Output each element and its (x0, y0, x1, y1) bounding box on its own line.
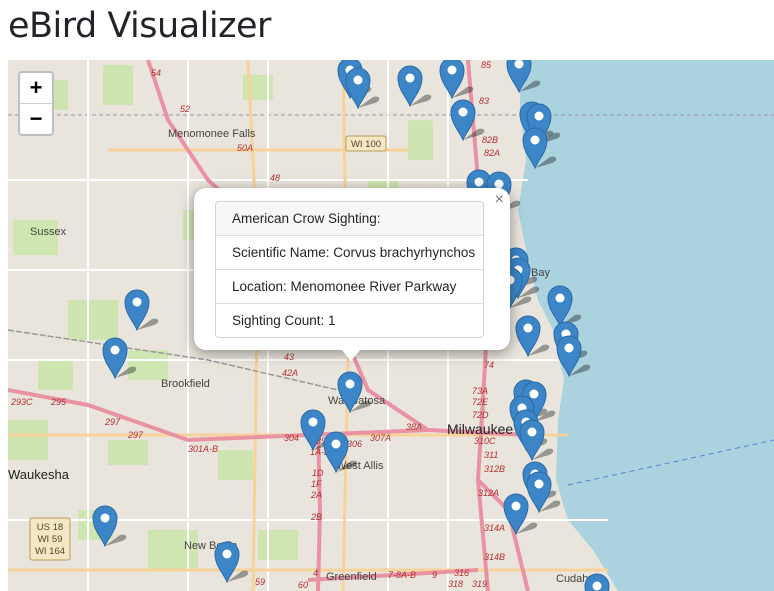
map-marker-icon[interactable] (323, 431, 358, 474)
popup-tip (341, 349, 361, 361)
shield-label-wi164: WI 164 (35, 546, 65, 557)
exit-label: 312B (484, 464, 505, 474)
map-marker-icon[interactable] (519, 419, 554, 462)
exit-label: 312A (478, 488, 499, 498)
sighting-popup: × American Crow Sighting: Scientific Nam… (194, 188, 510, 350)
exit-label: 52 (180, 104, 190, 114)
exit-label: 60 (298, 580, 308, 590)
place-label: Greenfield (326, 571, 377, 583)
exit-label: 314B (484, 552, 505, 562)
shield-label-wi100: WI 100 (351, 139, 381, 150)
exit-label: 7-8A-B (388, 570, 416, 580)
zoom-out-button[interactable]: − (20, 103, 52, 134)
map-marker-icon[interactable] (92, 505, 127, 548)
map-marker-icon[interactable] (515, 315, 550, 358)
place-label: Brookfield (161, 378, 210, 390)
exit-label: 59 (255, 577, 265, 587)
exit-label: 50A (237, 143, 253, 153)
map-marker-icon[interactable] (522, 127, 557, 170)
map-marker-icon[interactable] (556, 335, 591, 378)
sighting-count: Sighting Count: 1 (216, 303, 483, 337)
exit-label: 297 (127, 430, 144, 440)
sighting-details-list: American Crow Sighting: Scientific Name:… (215, 201, 484, 338)
map-marker-icon[interactable] (584, 573, 610, 591)
map-marker-icon[interactable] (506, 60, 541, 94)
sighting-header: American Crow Sighting: (216, 202, 483, 235)
zoom-control: + − (18, 71, 54, 136)
exit-label: 72E (472, 397, 489, 407)
exit-label: 38A (406, 422, 422, 432)
exit-label: 297 (104, 417, 121, 427)
exit-label: 311 (484, 450, 498, 460)
place-label: Waukesha (8, 467, 70, 482)
map-marker-icon[interactable] (337, 371, 372, 414)
exit-label: 319 (472, 579, 487, 589)
map-marker-icon[interactable] (124, 289, 159, 332)
place-label: Menomonee Falls (168, 128, 256, 140)
exit-label: 307A (370, 433, 391, 443)
exit-label: 73A (472, 386, 488, 396)
exit-label: 82A (484, 148, 500, 158)
map[interactable]: WI 100 US 18 WI 59 WI 164 Menomonee Fall… (8, 60, 774, 591)
map-marker-icon[interactable] (397, 65, 432, 108)
exit-label: 85 (481, 60, 492, 70)
map-marker-icon[interactable] (503, 493, 538, 536)
popup-close-button[interactable]: × (495, 192, 504, 208)
highway-shield-wi100: WI 100 (345, 135, 387, 152)
scientific-name: Scientific Name: Corvus brachyrhynchos (216, 235, 483, 269)
place-label: Sussex (30, 226, 67, 238)
map-marker-icon[interactable] (439, 60, 474, 100)
exit-label: 301A-B (188, 444, 218, 454)
exit-label: 1F (311, 479, 322, 489)
exit-label: 295 (50, 397, 67, 407)
place-label: Milwaukee (447, 421, 513, 437)
exit-label: 9 (432, 570, 437, 580)
exit-label: 310C (474, 436, 496, 446)
exit-label: 304 (284, 433, 299, 443)
page-title: eBird Visualizer (8, 6, 271, 46)
highway-shield-us18: US 18 WI 59 WI 164 (29, 517, 71, 561)
exit-label: 54 (151, 68, 161, 78)
exit-label: 72D (472, 410, 489, 420)
exit-label: 316 (454, 568, 469, 578)
exit-label: 42A (282, 368, 298, 378)
zoom-in-button[interactable]: + (20, 73, 52, 103)
exit-label: 314A (484, 523, 505, 533)
map-marker-icon[interactable] (102, 337, 137, 380)
shield-label-us18: US 18 (37, 522, 63, 533)
exit-label: 48 (270, 173, 280, 183)
exit-label: 2A (310, 490, 322, 500)
exit-label: 4 (313, 568, 318, 578)
shield-label-wi59: WI 59 (38, 534, 63, 545)
exit-label: 318 (448, 579, 463, 589)
map-marker-icon[interactable] (345, 67, 380, 110)
map-marker-icon[interactable] (450, 99, 485, 142)
map-marker-icon[interactable] (214, 541, 249, 584)
exit-label: 2B (310, 512, 322, 522)
exit-label: 74 (484, 360, 494, 370)
sighting-location: Location: Menomonee River Parkway (216, 269, 483, 303)
exit-label: 43 (284, 352, 294, 362)
exit-label: 293C (10, 397, 33, 407)
